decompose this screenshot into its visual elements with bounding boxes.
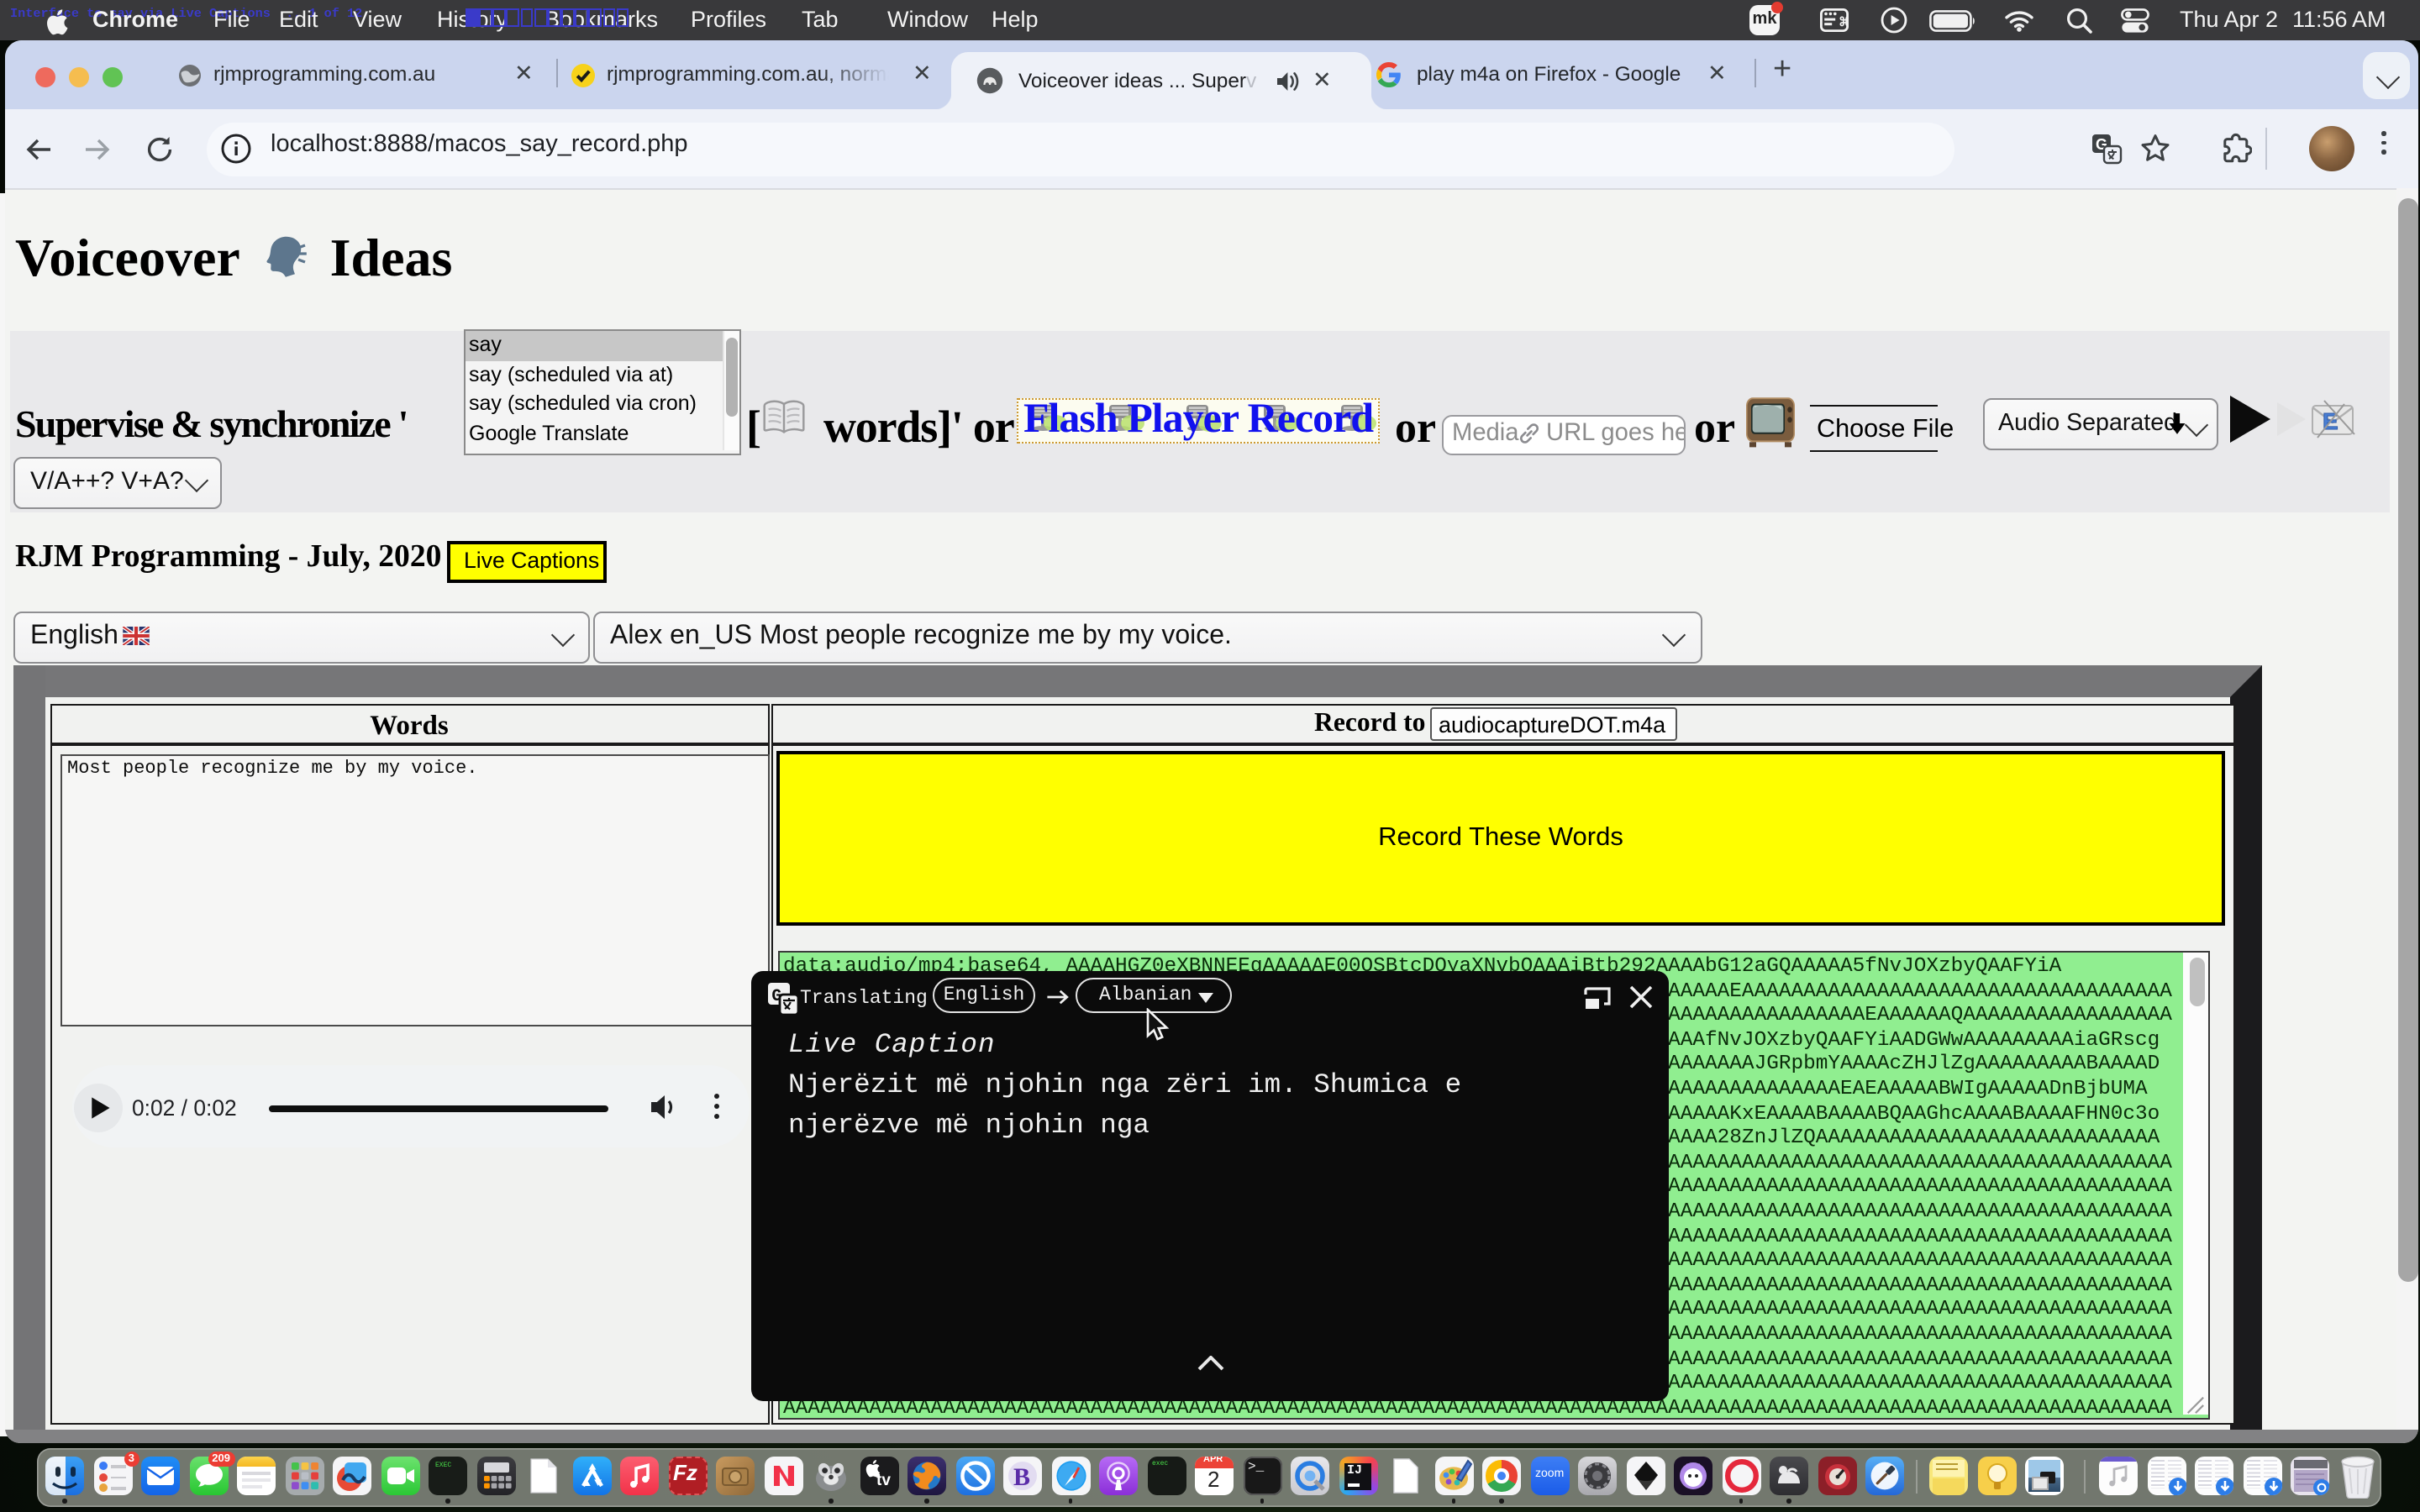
svg-text:tv: tv — [876, 1472, 890, 1489]
svg-text:B: B — [1013, 1463, 1030, 1491]
svg-text:⌘: ⌘ — [1839, 15, 1849, 29]
